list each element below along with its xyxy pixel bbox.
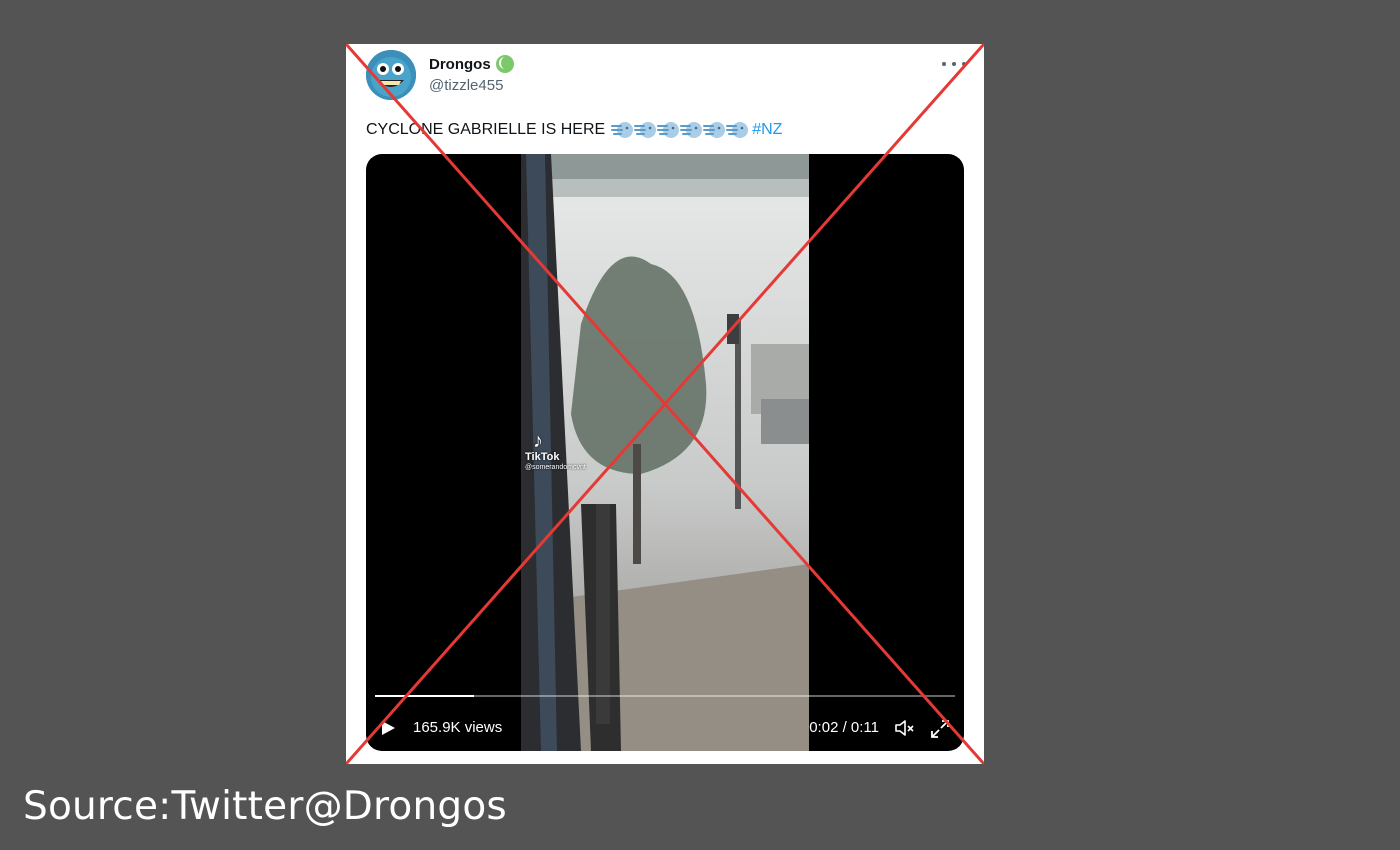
- fullscreen-icon[interactable]: [930, 719, 950, 739]
- wind-face-icon: [611, 122, 634, 138]
- mute-icon[interactable]: [894, 719, 916, 737]
- tiktok-watermark: ♪ TikTok @somerandomcvnt: [525, 431, 586, 471]
- wind-face-icon: [680, 122, 703, 138]
- wind-face-icon: [726, 122, 749, 138]
- display-name-text: Drongos: [429, 55, 491, 73]
- source-caption: Source:Twitter@Drongos: [23, 784, 507, 829]
- wind-face-icon: [634, 122, 657, 138]
- wind-face-icon: [657, 122, 680, 138]
- avatar[interactable]: [366, 50, 416, 100]
- progress-fill: [375, 695, 474, 697]
- video-time: 0:02 / 0:11: [809, 719, 879, 736]
- tweet-card: Drongos @tizzle455 CYCLONE GABRIELLE IS …: [346, 44, 984, 764]
- play-icon[interactable]: [380, 720, 396, 736]
- hashtag-link[interactable]: #NZ: [752, 121, 782, 139]
- watermark-brand: TikTok: [525, 451, 560, 463]
- display-name[interactable]: Drongos: [429, 55, 514, 73]
- tweet-body: CYCLONE GABRIELLE IS HERE: [366, 121, 606, 138]
- view-count: 165.9K views: [413, 719, 503, 736]
- progress-bar[interactable]: [375, 695, 955, 697]
- tweet-text: CYCLONE GABRIELLE IS HERE #NZ: [366, 119, 782, 141]
- video-controls: 165.9K views 0:02 / 0:11: [366, 714, 964, 742]
- emoji-row: [611, 119, 749, 141]
- tennis-ball-icon: [495, 55, 514, 73]
- user-handle[interactable]: @tizzle455: [429, 77, 503, 94]
- ellipsis-icon[interactable]: [942, 57, 966, 71]
- tiktok-icon: ♪: [533, 430, 543, 452]
- wind-face-icon: [703, 122, 726, 138]
- video-player[interactable]: ♪ TikTok @somerandomcvnt 165.9K views 0:…: [366, 154, 964, 751]
- watermark-user: @somerandomcvnt: [525, 464, 586, 471]
